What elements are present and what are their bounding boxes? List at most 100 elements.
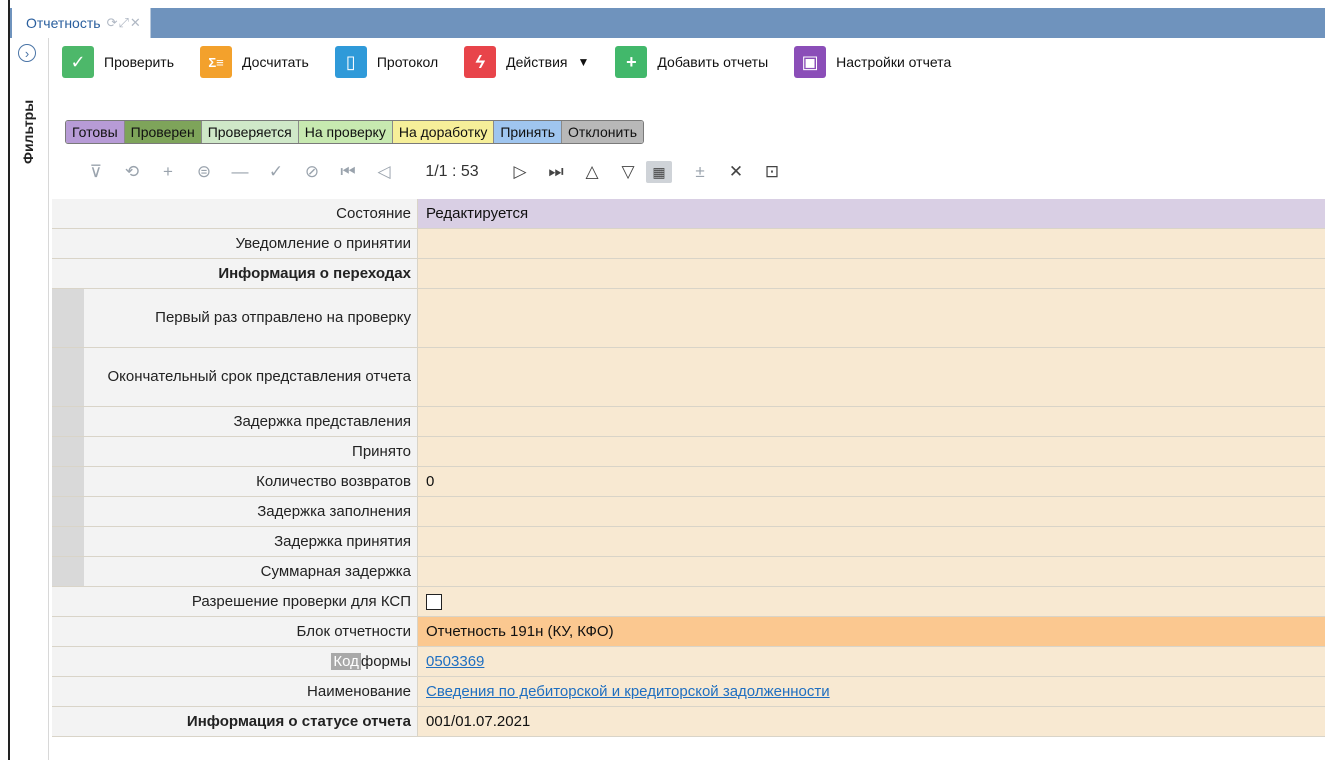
form-name-link[interactable]: Сведения по дебиторской и кредиторской з…: [426, 683, 830, 700]
block-value[interactable]: Отчетность 191н (КУ, КФО): [418, 617, 1325, 646]
status-to-check[interactable]: На проверку: [298, 121, 393, 143]
transitions-label: Информация о переходах: [52, 259, 418, 288]
record-nav-toolbar: ⊽ ⟲ + ⊜ — ✓ ⊘ ⏮ ◁ 1/1 : 53 ▷ ⏭ △ ▽ ▦ ± ✕…: [78, 158, 790, 186]
tab-bar: [10, 8, 1325, 38]
fill-delay-label: Задержка заполнения: [52, 497, 418, 526]
status-ready[interactable]: Готовы: [66, 121, 125, 143]
grid-view-icon[interactable]: ▦: [646, 161, 682, 183]
total-delay-value[interactable]: [418, 557, 1325, 586]
submit-delay-value[interactable]: [418, 407, 1325, 436]
toolbar: ✓ Проверить Σ≡ Досчитать ▯ Протокол ϟ Де…: [62, 40, 977, 84]
form-row-first-sent: Первый раз отправлено на проверку: [52, 289, 1325, 348]
status-checked[interactable]: Проверен: [124, 121, 202, 143]
ksp-checkbox[interactable]: [426, 593, 442, 610]
filter-icon[interactable]: ⊽: [78, 162, 114, 182]
returns-value[interactable]: 0: [418, 467, 1325, 496]
state-value[interactable]: Редактируется: [418, 199, 1325, 228]
report-form: Состояние Редактируется Уведомление о пр…: [52, 199, 1325, 737]
deadline-label: Окончательный срок представления отчета: [52, 348, 418, 406]
pin-filter-icon[interactable]: ⊜: [186, 162, 222, 182]
checkmark-icon: ✓: [62, 46, 94, 78]
code-label-highlight: Код: [331, 653, 361, 670]
cancel-icon[interactable]: ⊘: [294, 162, 330, 182]
tab-controls-icon[interactable]: ⟳⤢✕: [107, 15, 142, 31]
move-down-icon[interactable]: ▽: [610, 162, 646, 182]
next-record-icon[interactable]: ▷: [502, 162, 538, 182]
status-reject[interactable]: Отклонить: [562, 121, 644, 143]
submit-delay-label: Задержка представления: [52, 407, 418, 436]
status-filter-bar: Готовы Проверен Проверяется На проверку …: [65, 120, 645, 144]
remove-icon[interactable]: —: [222, 162, 258, 182]
form-row-block: Блок отчетности Отчетность 191н (КУ, КФО…: [52, 617, 1325, 647]
box-icon: ▣: [794, 46, 827, 78]
accept-delay-value[interactable]: [418, 527, 1325, 556]
add-reports-button[interactable]: + Добавить отчеты: [615, 46, 768, 78]
check-button-label: Проверить: [104, 54, 175, 70]
form-row-returns: Количество возвратов 0: [52, 467, 1325, 497]
tab-title[interactable]: Отчетность: [26, 15, 101, 31]
expand-sidebar-icon[interactable]: ›: [18, 44, 36, 62]
status-checking[interactable]: Проверяется: [201, 121, 299, 143]
last-record-icon[interactable]: ⏭: [538, 162, 574, 182]
form-row-ksp: Разрешение проверки для КСП: [52, 587, 1325, 617]
form-row-status-info: Информация о статусе отчета 001/01.07.20…: [52, 707, 1325, 737]
previous-record-icon[interactable]: ◁: [366, 162, 402, 182]
sum-icon: Σ≡: [200, 46, 233, 78]
first-sent-label: Первый раз отправлено на проверку: [52, 289, 418, 347]
accepted-value[interactable]: [418, 437, 1325, 466]
filters-sidebar: › Фильтры: [10, 38, 49, 760]
protocol-button-label: Протокол: [376, 54, 439, 70]
code-value-cell: 0503369: [418, 647, 1325, 676]
form-row-deadline: Окончательный срок представления отчета: [52, 348, 1325, 407]
check-button[interactable]: ✓ Проверить: [62, 46, 174, 78]
status-info-label: Информация о статусе отчета: [52, 707, 418, 736]
add-document-icon: +: [615, 46, 648, 78]
record-counter: 1/1 : 53: [425, 163, 479, 180]
add-column-icon[interactable]: ±: [682, 162, 718, 182]
accepted-label: Принято: [52, 437, 418, 466]
form-row-accept-delay: Задержка принятия: [52, 527, 1325, 557]
clipboard-icon: ▯: [334, 46, 367, 78]
status-info-value[interactable]: 001/01.07.2021: [418, 707, 1325, 736]
filters-label[interactable]: Фильтры: [20, 100, 36, 164]
status-to-revise[interactable]: На доработку: [392, 121, 495, 143]
tab-reporting[interactable]: Отчетность ⟳⤢✕: [12, 8, 151, 38]
name-value-cell: Сведения по дебиторской и кредиторской з…: [418, 677, 1325, 706]
status-accept[interactable]: Принять: [494, 121, 563, 143]
form-row-code: Код формы 0503369: [52, 647, 1325, 677]
code-label-rest: формы: [360, 653, 411, 670]
deadline-value[interactable]: [418, 348, 1325, 406]
form-row-accepted: Принято: [52, 437, 1325, 467]
close-icon[interactable]: ✕: [718, 162, 754, 182]
accept-delay-label: Задержка принятия: [52, 527, 418, 556]
lightning-icon: ϟ: [464, 46, 497, 78]
recalc-button[interactable]: Σ≡ Досчитать: [200, 46, 309, 78]
report-settings-button-label: Настройки отчета: [836, 54, 952, 70]
confirm-icon[interactable]: ✓: [258, 162, 294, 182]
name-label: Наименование: [52, 677, 418, 706]
collapse-icon[interactable]: ⊡: [754, 162, 790, 182]
form-row-transitions: Информация о переходах: [52, 259, 1325, 289]
form-row-submit-delay: Задержка представления: [52, 407, 1325, 437]
first-sent-value[interactable]: [418, 289, 1325, 347]
notice-value[interactable]: [418, 229, 1325, 258]
report-settings-button[interactable]: ▣ Настройки отчета: [794, 46, 951, 78]
protocol-button[interactable]: ▯ Протокол: [334, 46, 439, 78]
form-row-notice: Уведомление о принятии: [52, 229, 1325, 259]
form-row-total-delay: Суммарная задержка: [52, 557, 1325, 587]
code-label: Код формы: [52, 647, 418, 676]
actions-button[interactable]: ϟ Действия ▼: [464, 46, 589, 78]
notice-label: Уведомление о принятии: [52, 229, 418, 258]
add-reports-button-label: Добавить отчеты: [657, 54, 769, 70]
move-up-icon[interactable]: △: [574, 162, 610, 182]
transitions-value[interactable]: [418, 259, 1325, 288]
refresh-icon[interactable]: ⟲: [114, 162, 150, 182]
form-row-name: Наименование Сведения по дебиторской и к…: [52, 677, 1325, 707]
form-code-link[interactable]: 0503369: [426, 653, 484, 670]
add-icon[interactable]: +: [150, 162, 186, 182]
recalc-button-label: Досчитать: [242, 54, 309, 70]
total-delay-label: Суммарная задержка: [52, 557, 418, 586]
fill-delay-value[interactable]: [418, 497, 1325, 526]
first-record-icon[interactable]: ⏮: [330, 162, 366, 182]
form-row-state: Состояние Редактируется: [52, 199, 1325, 229]
